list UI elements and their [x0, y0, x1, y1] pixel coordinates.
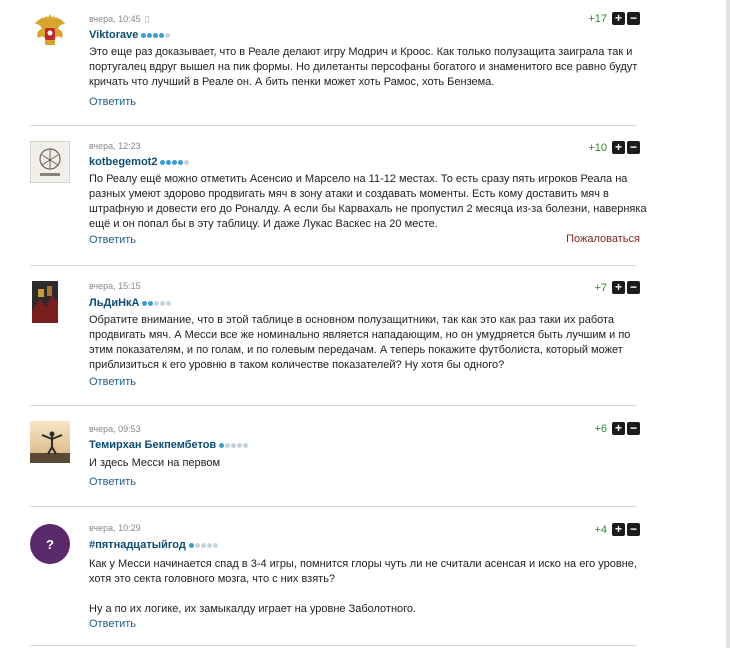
vote-controls: +10 + − — [588, 141, 640, 154]
upvote-button[interactable]: + — [612, 12, 625, 25]
photo-avatar-icon — [32, 281, 58, 323]
reply-link[interactable]: Ответить — [89, 376, 136, 388]
comment-divider — [30, 125, 636, 126]
vote-controls: +7 + − — [594, 281, 640, 294]
comment-divider — [30, 405, 636, 406]
comment-score: +4 — [594, 523, 607, 536]
comment-text: Обратите внимание, что в этой таблице в … — [89, 314, 631, 371]
author-name[interactable]: #пятнадцатыйгод — [89, 539, 186, 551]
reply-link[interactable]: Ответить — [89, 618, 136, 630]
comment: вчера, 09:53 +6 + − Темирхан Бекпембетов… — [30, 421, 640, 491]
rating-dots — [160, 156, 190, 168]
downvote-button[interactable]: − — [627, 12, 640, 25]
vote-controls: +17 + − — [588, 12, 640, 25]
upvote-button[interactable]: + — [612, 523, 625, 536]
comment: вчера, 15:15 +7 + − ЛьДиНкА Обратите вни… — [30, 281, 640, 391]
comment-text: По Реалу ещё можно отметить Асенсио и Ма… — [89, 173, 647, 230]
vote-controls: +4 + − — [594, 523, 640, 536]
downvote-button[interactable]: − — [627, 422, 640, 435]
reply-link[interactable]: Ответить — [89, 476, 136, 488]
downvote-button[interactable]: − — [627, 281, 640, 294]
comment-text: Как у Месси начинается спад в 3-4 игры, … — [89, 558, 637, 615]
comment: вчера, 10:45 ▯ +17 + − Viktorave Это еще … — [30, 12, 640, 122]
sketch-avatar-icon — [30, 141, 70, 183]
rating-dots — [188, 539, 219, 551]
comment-score: +7 — [594, 281, 607, 294]
comment-score: +6 — [594, 422, 607, 435]
comment-divider — [30, 645, 636, 646]
comment-text: И здесь Месси на первом — [89, 457, 221, 469]
upvote-button[interactable]: + — [612, 422, 625, 435]
comment-divider — [30, 506, 636, 507]
scrollbar-edge — [726, 0, 730, 648]
avatar[interactable] — [30, 141, 70, 183]
rating-dots — [219, 439, 249, 451]
comment: вчера, 12:23 +10 + − kotbegemot2 По Реал… — [30, 141, 647, 251]
downvote-button[interactable]: − — [627, 141, 640, 154]
reply-link[interactable]: Ответить — [89, 234, 136, 246]
comment-author[interactable]: ЛьДиНкА — [89, 297, 172, 309]
upvote-button[interactable]: + — [612, 281, 625, 294]
author-name[interactable]: Viktorave — [89, 29, 138, 41]
rating-dots — [141, 29, 171, 41]
comment: ? вчера, 10:29 +4 + − #пятнадцатыйгод Ка… — [30, 521, 640, 633]
rating-dots — [142, 297, 172, 309]
comment-timestamp: вчера, 15:15 — [89, 281, 141, 291]
author-name[interactable]: Темирхан Бекпембетов — [89, 439, 216, 451]
author-name[interactable]: ЛьДиНкА — [89, 297, 139, 309]
avatar[interactable] — [32, 281, 58, 323]
downvote-button[interactable]: − — [627, 523, 640, 536]
comment-author[interactable]: kotbegemot2 — [89, 156, 190, 168]
comment-timestamp: вчера, 09:53 — [89, 424, 141, 434]
comment-score: +17 — [588, 12, 607, 25]
comment-text: Это еще раз доказывает, что в Реале дела… — [89, 46, 638, 88]
coat-of-arms-avatar-icon — [30, 12, 70, 54]
comment-author[interactable]: #пятнадцатыйгод — [89, 539, 219, 551]
reply-link[interactable]: Ответить — [89, 96, 136, 108]
comment-timestamp: вчера, 10:29 — [89, 523, 141, 533]
avatar[interactable] — [30, 421, 70, 463]
question-mark-avatar: ? — [30, 524, 70, 564]
comment-divider — [30, 265, 636, 266]
comment-author[interactable]: Viktorave — [89, 29, 171, 41]
vote-controls: +6 + − — [594, 422, 640, 435]
comment-score: +10 — [588, 141, 607, 154]
avatar[interactable] — [30, 12, 70, 54]
report-link[interactable]: Пожаловаться — [566, 233, 640, 245]
avatar[interactable]: ? — [30, 524, 72, 566]
comment-timestamp: вчера, 10:45 ▯ — [89, 14, 150, 24]
photo-avatar-icon — [30, 421, 70, 463]
comment-timestamp: вчера, 12:23 — [89, 141, 141, 151]
comment-author[interactable]: Темирхан Бекпембетов — [89, 439, 249, 451]
upvote-button[interactable]: + — [612, 141, 625, 154]
phone-icon: ▯ — [144, 14, 150, 24]
author-name[interactable]: kotbegemot2 — [89, 156, 157, 168]
